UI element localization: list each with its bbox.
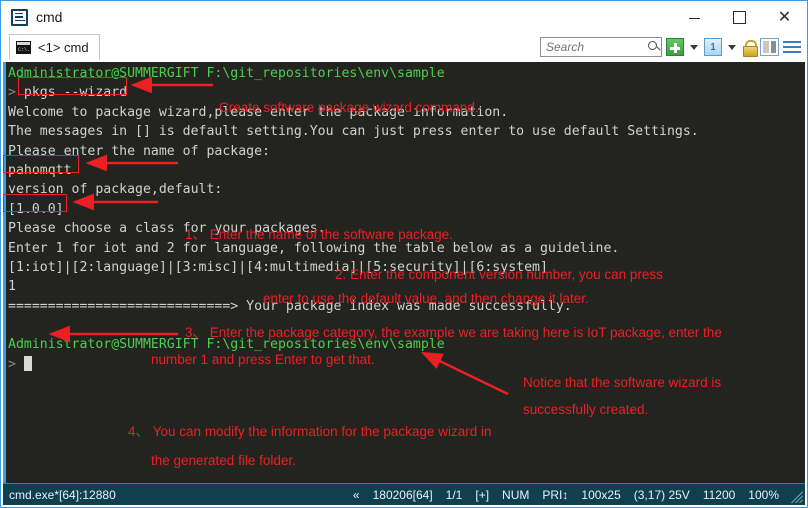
status-num: NUM <box>502 488 529 502</box>
terminal-line: [1.0.0] <box>8 200 805 219</box>
search-icon <box>648 41 657 50</box>
callout-text: number 1 and press Enter to get that. <box>151 352 375 367</box>
minimize-button[interactable] <box>672 1 717 33</box>
callout-modify-line2: the generated file folder. <box>151 453 296 470</box>
terminal-left-edge <box>3 62 6 483</box>
callout-text: enter to use the default value, and then… <box>263 291 589 306</box>
callout-package-name: 1、 Enter the name of the software packag… <box>185 227 453 244</box>
callout-category-line1: 3、 Enter the package category, the examp… <box>185 325 722 342</box>
terminal-text: > <box>8 85 24 100</box>
callout-number: 1、 <box>185 227 210 242</box>
callout-create-command: Create software package wizard command. <box>219 100 479 117</box>
terminal-line: Please enter the name of package: <box>8 142 805 161</box>
split-view-icon[interactable] <box>760 38 779 56</box>
callout-text: 2. Enter the component version number, y… <box>335 267 663 282</box>
callout-number: 4、 <box>128 424 153 439</box>
status-memory: 11200 <box>703 488 735 502</box>
status-process: cmd.exe*[64]:12880 <box>9 488 116 502</box>
callout-text: Enter the package category, the example … <box>210 325 722 340</box>
terminal-line: > <box>8 355 805 374</box>
callout-version-line2: enter to use the default value, and then… <box>263 291 589 308</box>
search-input[interactable] <box>546 40 642 54</box>
terminal-pane[interactable]: Administrator@SUMMERGIFT F:\git_reposito… <box>3 62 805 483</box>
callout-text: successfully created. <box>523 402 648 417</box>
terminal-text: Administrator@SUMMERGIFT F:\git_reposito… <box>8 66 445 81</box>
status-build: 180206[64] <box>373 488 433 502</box>
terminal-text: pahomqtt <box>8 163 72 178</box>
callout-success-line2: successfully created. <box>523 402 648 419</box>
status-items: « 180206[64] 1/1 [+] NUM PRI↕ 100x25 (3,17) 25V… <box>353 488 779 502</box>
window-title: cmd <box>36 9 62 25</box>
terminal-text: > <box>8 357 24 372</box>
status-chevron: « <box>353 488 360 502</box>
callout-text: the generated file folder. <box>151 453 296 468</box>
callout-text: Create software package wizard command. <box>219 100 479 115</box>
status-zoom: 100% <box>748 488 779 502</box>
callout-text: You can modify the information for the p… <box>153 424 492 439</box>
callout-number: 3、 <box>185 325 210 340</box>
terminal-text: [1.0.0] <box>8 202 64 217</box>
new-session-button[interactable] <box>666 38 684 56</box>
status-cursor: (3,17) 25V <box>634 488 690 502</box>
console-icon: C:\. <box>16 41 31 54</box>
cmd-window: cmd ✕ C:\. <1> cmd 1 Administrator@SUMME… <box>0 0 808 508</box>
callout-text: Notice that the software wizard is <box>523 375 721 390</box>
maximize-button[interactable] <box>717 1 762 33</box>
resize-grip[interactable] <box>787 487 803 503</box>
terminal-line: version of package,default: <box>8 180 805 199</box>
close-button[interactable]: ✕ <box>762 1 807 33</box>
terminal-text: The messages in [] is default setting.Yo… <box>8 124 699 139</box>
window-controls: ✕ <box>672 1 807 33</box>
status-bar: cmd.exe*[64]:12880 « 180206[64] 1/1 [+] NUM P… <box>3 483 805 505</box>
callout-success-line1: Notice that the software wizard is <box>523 375 721 392</box>
session-chevron-down-icon[interactable] <box>728 45 736 50</box>
tab-label: <1> cmd <box>38 40 89 55</box>
lock-icon[interactable] <box>742 39 756 56</box>
tab-cmd-1[interactable]: C:\. <1> cmd <box>9 34 100 60</box>
title-bar: cmd ✕ <box>1 1 807 33</box>
terminal-text: 1 <box>8 279 16 294</box>
terminal-icon <box>11 9 28 26</box>
toolbar: 1 <box>540 37 801 57</box>
search-box[interactable] <box>540 37 662 57</box>
terminal-text: version of package,default: <box>8 182 222 197</box>
terminal-line: The messages in [] is default setting.Yo… <box>8 122 805 141</box>
callout-category-line2: number 1 and press Enter to get that. <box>151 352 375 369</box>
status-plus: [+] <box>475 488 489 502</box>
terminal-line: pahomqtt <box>8 161 805 180</box>
terminal-text: pkgs --wizard <box>24 85 127 100</box>
callout-version-line1: 2. Enter the component version number, y… <box>335 267 663 284</box>
terminal-cursor <box>24 356 32 371</box>
status-size: 100x25 <box>581 488 620 502</box>
callout-modify-line1: 4、 You can modify the information for th… <box>128 424 491 441</box>
status-pages: 1/1 <box>446 488 463 502</box>
terminal-line: Administrator@SUMMERGIFT F:\git_reposito… <box>8 64 805 83</box>
terminal-text: Please enter the name of package: <box>8 144 270 159</box>
callout-text: Enter the name of the software package. <box>210 227 453 242</box>
hamburger-menu-icon[interactable] <box>783 38 801 56</box>
status-pri: PRI↕ <box>542 488 568 502</box>
new-session-chevron-down-icon[interactable] <box>690 45 698 50</box>
session-number-button[interactable]: 1 <box>704 38 722 56</box>
